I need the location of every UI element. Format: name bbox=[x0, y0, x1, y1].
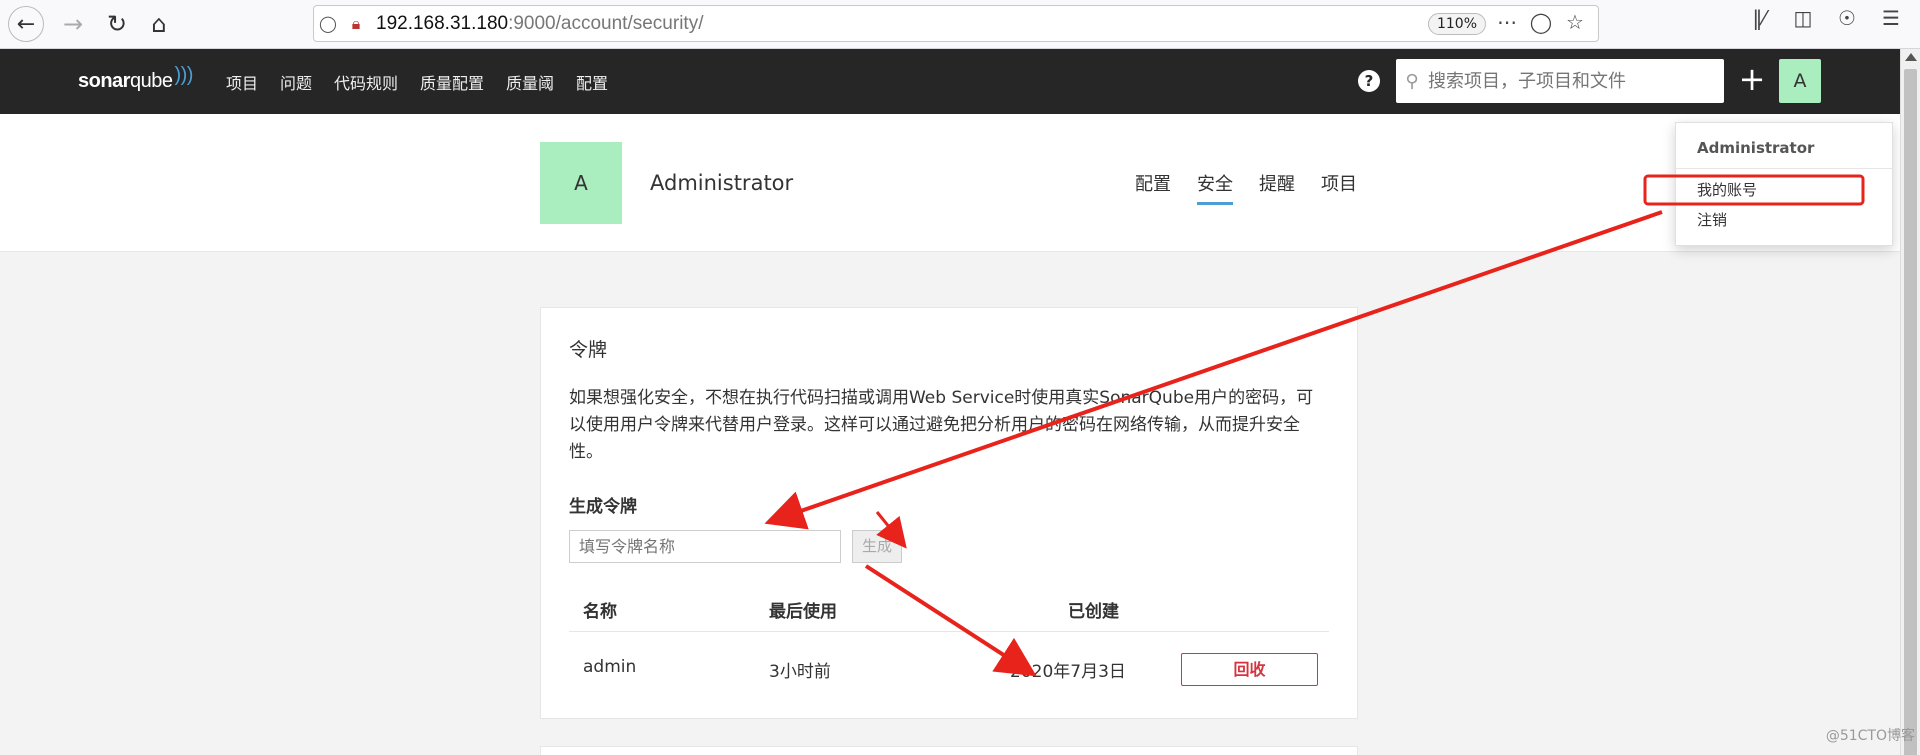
next-card bbox=[540, 746, 1358, 755]
browser-toolbar: ← → ↻ ⌂ ◯ 🔒︎ 192.168.31.180:9000/account… bbox=[0, 0, 1920, 49]
main-menu: 项目 问题 代码规则 质量配置 质量阈 配置 bbox=[215, 70, 619, 94]
tokens-description: 如果想强化安全，不想在执行代码扫描或调用Web Service时使用真实Sona… bbox=[569, 388, 1314, 462]
logout-link[interactable]: 注销 bbox=[1676, 205, 1892, 235]
nav-rules[interactable]: 代码规则 bbox=[323, 70, 409, 94]
sonarqube-logo[interactable]: sonar qube))) bbox=[78, 64, 193, 93]
tab-projects[interactable]: 项目 bbox=[1321, 170, 1357, 205]
account-tabs: 配置 安全 提醒 项目 bbox=[1135, 170, 1357, 205]
star-icon[interactable]: ☆ bbox=[1562, 10, 1588, 34]
zoom-level[interactable]: 110% bbox=[1427, 13, 1486, 35]
avatar: A bbox=[540, 142, 622, 224]
pocket-icon[interactable]: ◯ bbox=[1528, 10, 1554, 34]
watermark: @51CTO博客 bbox=[1825, 728, 1915, 744]
revoke-button[interactable]: 回收 bbox=[1181, 653, 1318, 686]
nav-quality-gates[interactable]: 质量阈 bbox=[495, 70, 565, 94]
tab-profile[interactable]: 配置 bbox=[1135, 170, 1171, 205]
nav-projects[interactable]: 项目 bbox=[215, 70, 269, 94]
tokens-title: 令牌 bbox=[569, 339, 608, 361]
generate-button[interactable]: 生成 bbox=[852, 530, 902, 563]
generate-token-title: 生成令牌 bbox=[569, 497, 637, 517]
token-created-cell: 2020年7月3日 bbox=[1010, 662, 1126, 682]
account-icon[interactable]: ☉ bbox=[1832, 6, 1862, 30]
column-header-name: 名称 bbox=[583, 602, 617, 622]
account-header: A Administrator 配置 安全 提醒 项目 bbox=[0, 114, 1900, 252]
create-plus-button[interactable]: + bbox=[1735, 57, 1769, 101]
tab-security[interactable]: 安全 bbox=[1197, 170, 1233, 205]
token-last-used-cell: 3小时前 bbox=[769, 662, 831, 682]
back-arrow-icon[interactable]: ← bbox=[8, 6, 44, 42]
reload-icon[interactable]: ↻ bbox=[98, 5, 136, 43]
forward-arrow-icon[interactable]: → bbox=[54, 5, 92, 43]
account-name: Administrator bbox=[650, 171, 794, 195]
tab-notifications[interactable]: 提醒 bbox=[1259, 170, 1295, 205]
scroll-up-icon[interactable] bbox=[1905, 53, 1917, 61]
tokens-card: 令牌 如果想强化安全，不想在执行代码扫描或调用Web Service时使用真实S… bbox=[540, 307, 1358, 719]
global-search[interactable]: ⚲ bbox=[1396, 59, 1724, 103]
menu-icon[interactable]: ☰ bbox=[1876, 6, 1906, 30]
logo-waves-icon: ))) bbox=[174, 64, 193, 86]
token-name-cell: admin bbox=[583, 657, 637, 677]
nav-issues[interactable]: 问题 bbox=[269, 70, 323, 94]
page-scrollbar[interactable] bbox=[1900, 49, 1920, 755]
search-input[interactable] bbox=[1428, 70, 1708, 92]
help-icon[interactable]: ? bbox=[1358, 70, 1380, 92]
token-name-input[interactable] bbox=[569, 530, 841, 563]
url-text[interactable]: 192.168.31.180:9000/account/security/ bbox=[376, 13, 703, 35]
my-account-link[interactable]: 我的账号 bbox=[1676, 175, 1892, 205]
user-dropdown: Administrator 我的账号 注销 bbox=[1675, 122, 1893, 246]
sonarqube-navbar: sonar qube))) 项目 问题 代码规则 质量配置 质量阈 配置 ? ⚲ … bbox=[0, 49, 1900, 114]
home-icon[interactable]: ⌂ bbox=[140, 5, 178, 43]
sidebar-icon[interactable]: ◫ bbox=[1788, 6, 1818, 30]
user-avatar-button[interactable]: A bbox=[1779, 59, 1821, 103]
more-icon[interactable]: ⋯ bbox=[1494, 10, 1520, 34]
table-divider bbox=[569, 631, 1329, 632]
scrollbar-thumb[interactable] bbox=[1904, 69, 1917, 755]
column-header-created: 已创建 bbox=[1068, 602, 1119, 622]
insecure-lock-icon[interactable]: 🔒︎ bbox=[342, 14, 370, 34]
dropdown-username: Administrator bbox=[1676, 123, 1892, 169]
nav-administration[interactable]: 配置 bbox=[565, 70, 619, 94]
column-header-last-used: 最后使用 bbox=[769, 602, 837, 622]
url-bar[interactable]: ◯ 🔒︎ 192.168.31.180:9000/account/securit… bbox=[313, 5, 1599, 42]
nav-quality-profiles[interactable]: 质量配置 bbox=[409, 70, 495, 94]
library-icon[interactable]: ‖⁄ bbox=[1744, 6, 1774, 30]
search-icon: ⚲ bbox=[1405, 70, 1419, 92]
shield-icon[interactable]: ◯ bbox=[314, 14, 342, 33]
